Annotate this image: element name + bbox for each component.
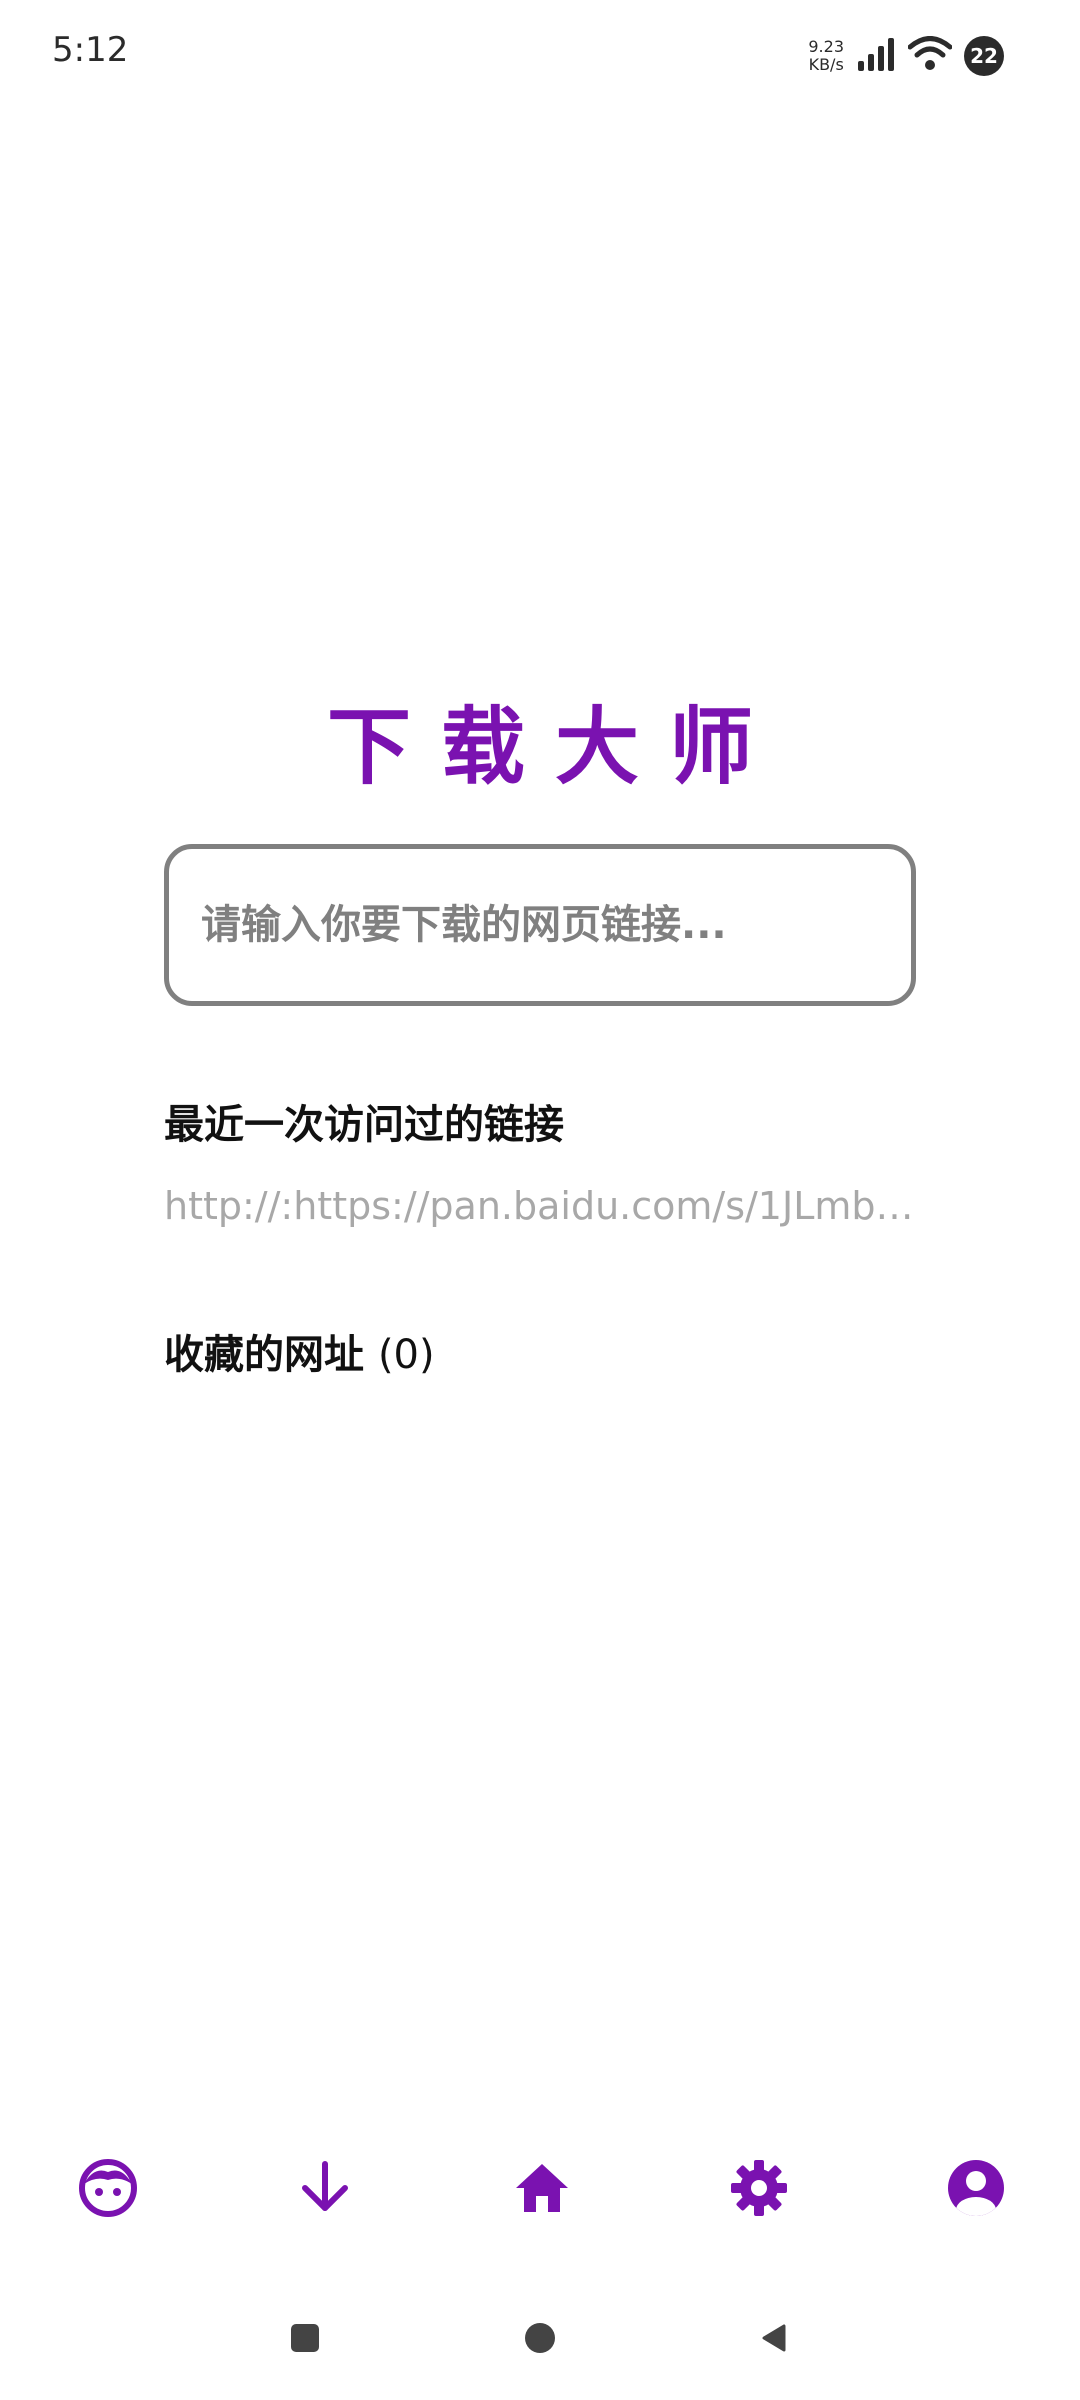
recent-link-heading: 最近一次访问过的链接 <box>164 1102 564 1148</box>
status-bar: 5:12 9.23 KB/s 22 <box>0 0 1080 110</box>
account-circle-icon <box>946 2158 1006 2222</box>
nav-item-face[interactable] <box>68 2150 148 2230</box>
screen: 5:12 9.23 KB/s 22 下载大师 请输入你要下载的网页链接... 最… <box>0 0 1080 2400</box>
bottom-nav <box>0 2140 1080 2240</box>
battery-level-badge: 22 <box>964 36 1004 76</box>
download-arrow-icon <box>295 2158 355 2222</box>
recent-link[interactable]: http://:https://pan.baidu.com/s/1JLmbq5x… <box>164 1184 916 1228</box>
nav-item-settings[interactable] <box>719 2150 799 2230</box>
network-speed-unit: KB/s <box>808 55 844 74</box>
app-title: 下载大师 <box>326 698 783 796</box>
status-time: 5:12 <box>52 30 129 70</box>
settings-gear-icon <box>729 2158 789 2222</box>
favorites-heading-label: 收藏的网址 <box>164 1332 364 1378</box>
wifi-icon <box>907 36 953 76</box>
home-circle-icon <box>524 2322 556 2358</box>
back-triangle-icon <box>758 2322 790 2358</box>
nav-item-account[interactable] <box>936 2150 1016 2230</box>
status-icons: 9.23 KB/s 22 <box>808 32 1004 80</box>
favorites-heading: 收藏的网址 (0) <box>164 1322 435 1380</box>
network-speed: 9.23 KB/s <box>808 38 844 74</box>
back-button[interactable] <box>744 2310 804 2370</box>
nav-item-download[interactable] <box>285 2150 365 2230</box>
system-nav-bar <box>0 2300 1080 2380</box>
face-icon <box>78 2158 138 2222</box>
nav-item-home[interactable] <box>502 2150 582 2230</box>
home-icon <box>512 2158 572 2222</box>
signal-icon <box>856 37 896 75</box>
url-input-box[interactable] <box>164 844 916 1006</box>
recents-square-icon <box>289 2322 321 2358</box>
url-input[interactable] <box>199 901 881 949</box>
recents-button[interactable] <box>275 2310 335 2370</box>
network-speed-value: 9.23 <box>808 37 844 56</box>
system-home-button[interactable] <box>510 2310 570 2370</box>
favorites-count: (0) <box>377 1332 435 1378</box>
